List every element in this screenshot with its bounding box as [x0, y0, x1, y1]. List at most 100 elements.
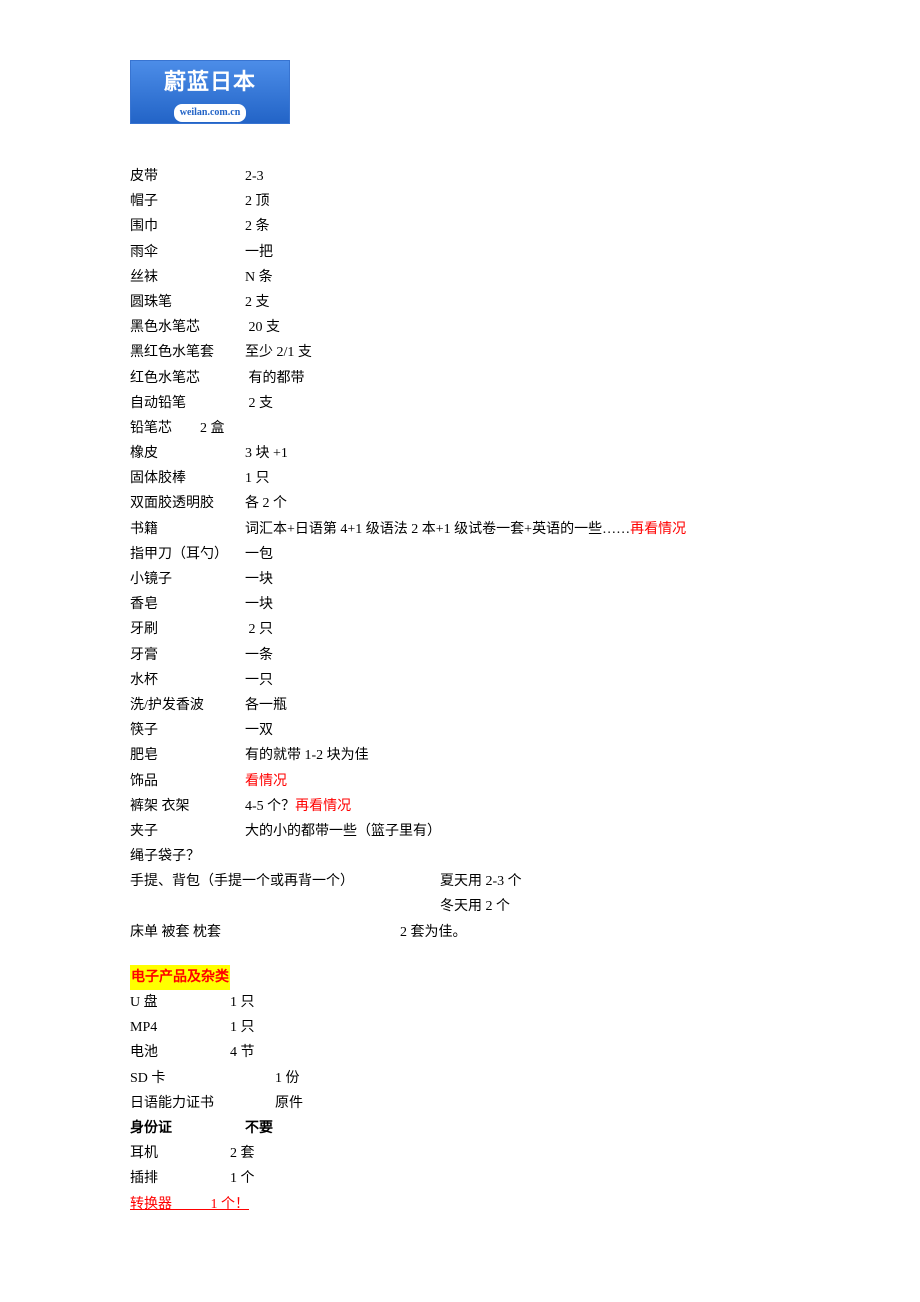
- item-row: 圆珠笔2 支: [130, 290, 790, 315]
- item-value: 1 只: [230, 1015, 255, 1040]
- bags-left: 手提、背包（手提一个或再背一个）: [130, 869, 440, 894]
- item-list-3: 指甲刀（耳勺）一包小镜子一块香皂一块牙刷 2 只牙膏一条水杯一只洗/护发香波各一…: [130, 542, 790, 769]
- item-label: 红色水笔芯: [130, 366, 245, 391]
- bags-line2: 冬天用 2 个: [440, 899, 510, 914]
- item-row: 肥皂有的就带 1-2 块为佳: [130, 743, 790, 768]
- idcard-row: 身份证不要: [130, 1116, 790, 1141]
- item-label: 耳机: [130, 1141, 230, 1166]
- item-row: 皮带2-3: [130, 164, 790, 189]
- logo: 蔚蓝日本 weilan.com.cn: [130, 60, 290, 124]
- item-label: 帽子: [130, 189, 245, 214]
- item-label: 筷子: [130, 718, 245, 743]
- item-label: 绳子袋子？: [130, 849, 200, 864]
- item-label: 饰品: [130, 769, 245, 794]
- item-label: 洗/护发香波: [130, 693, 245, 718]
- section-header: 电子产品及杂类: [130, 965, 790, 990]
- cert-row: 日语能力证书原件: [130, 1091, 790, 1116]
- item-row: 筷子一双: [130, 718, 790, 743]
- item-value: 1 只: [245, 466, 270, 491]
- item-row: 丝袜N 条: [130, 265, 790, 290]
- bed-label: 床单 被套 枕套: [130, 920, 400, 945]
- red-suffix: 再看情况: [630, 522, 686, 537]
- item-row: 雨伞一把: [130, 240, 790, 265]
- item-row: U 盘1 只: [130, 990, 790, 1015]
- item-label: 牙刷: [130, 617, 245, 642]
- item-value: 2-3: [245, 164, 264, 189]
- item-value: 各一瓶: [245, 693, 287, 718]
- clips-row: 夹子大的小的都带一些（篮子里有）: [130, 819, 790, 844]
- item-value: 有的都带: [245, 366, 305, 391]
- bags-row-2: 冬天用 2 个: [130, 894, 790, 919]
- item-row: 双面胶透明胶各 2 个: [130, 491, 790, 516]
- item-value: 2 盒: [200, 416, 225, 441]
- item-value: 1 个: [230, 1166, 255, 1191]
- item-value: 一包: [245, 542, 273, 567]
- item-label: 皮带: [130, 164, 245, 189]
- item-value: 2 支: [245, 290, 270, 315]
- item-value: 2 套: [230, 1141, 255, 1166]
- item-row: 自动铅笔 2 支: [130, 391, 790, 416]
- item-list-2: 橡皮3 块 +1固体胶棒1 只双面胶透明胶各 2 个: [130, 441, 790, 517]
- section-header-text: 电子产品及杂类: [130, 965, 230, 990]
- item-row: 香皂一块: [130, 592, 790, 617]
- item-label: U 盘: [130, 990, 230, 1015]
- item-value: 1 份: [275, 1066, 300, 1091]
- item-value: 一块: [245, 567, 273, 592]
- item-value: 一把: [245, 240, 273, 265]
- item-label: 圆珠笔: [130, 290, 245, 315]
- item-row: 洗/护发香波各一瓶: [130, 693, 790, 718]
- item-label: 身份证: [130, 1116, 245, 1141]
- item-label: 自动铅笔: [130, 391, 245, 416]
- item-value: 3 块 +1: [245, 441, 288, 466]
- item-label: 香皂: [130, 592, 245, 617]
- item-value: 2 支: [245, 391, 273, 416]
- rope-row: 绳子袋子？: [130, 844, 790, 869]
- item-label: 固体胶棒: [130, 466, 245, 491]
- accessories-row: 饰品看情况: [130, 769, 790, 794]
- item-label: 黑红色水笔套: [130, 340, 245, 365]
- item-value: 一双: [245, 718, 273, 743]
- item-list-4: U 盘1 只MP41 只电池4 节: [130, 990, 790, 1066]
- item-label: 肥皂: [130, 743, 245, 768]
- item-row: 围巾2 条: [130, 214, 790, 239]
- item-row: 水杯一只: [130, 668, 790, 693]
- item-label: 日语能力证书: [130, 1091, 275, 1116]
- item-value: 2 顶: [245, 189, 270, 214]
- logo-text-top: 蔚蓝日本: [164, 62, 256, 102]
- item-value: 至少 2/1 支: [245, 340, 312, 365]
- converter-row: 转换器 1 个！: [130, 1192, 790, 1217]
- item-label: 夹子: [130, 819, 245, 844]
- sd-row: SD 卡1 份: [130, 1066, 790, 1091]
- item-value: 2 只: [245, 617, 273, 642]
- item-row: 帽子2 顶: [130, 189, 790, 214]
- item-row: MP41 只: [130, 1015, 790, 1040]
- item-label: 丝袜: [130, 265, 245, 290]
- item-value: 1 只: [230, 990, 255, 1015]
- item-label: SD 卡: [130, 1066, 275, 1091]
- bed-row: 床单 被套 枕套2 套为佳。: [130, 920, 790, 945]
- logo-text-bottom: weilan.com.cn: [174, 104, 247, 122]
- item-value: N 条: [245, 265, 273, 290]
- item-row: 铅笔芯2 盒: [130, 416, 790, 441]
- item-value: 原件: [275, 1091, 303, 1116]
- item-row: 牙刷 2 只: [130, 617, 790, 642]
- item-label: 电池: [130, 1040, 230, 1065]
- item-label: 雨伞: [130, 240, 245, 265]
- item-label: 黑色水笔芯: [130, 315, 245, 340]
- item-value: 各 2 个: [245, 491, 287, 516]
- hanger-row: 裤架 衣架4-5 个？再看情况: [130, 794, 790, 819]
- item-value: 4 节: [230, 1040, 255, 1065]
- item-label: 铅笔芯: [130, 416, 200, 441]
- item-row: 插排1 个: [130, 1166, 790, 1191]
- item-value: 一只: [245, 668, 273, 693]
- item-label: 水杯: [130, 668, 245, 693]
- item-label: MP4: [130, 1015, 230, 1040]
- item-row: 电池4 节: [130, 1040, 790, 1065]
- item-list-5: 耳机2 套插排1 个: [130, 1141, 790, 1191]
- item-value: 有的就带 1-2 块为佳: [245, 743, 369, 768]
- item-row: 黑色水笔芯 20 支: [130, 315, 790, 340]
- item-label: 橡皮: [130, 441, 245, 466]
- red-value: 看情况: [245, 774, 287, 789]
- item-list-1: 皮带2-3帽子2 顶围巾2 条雨伞一把丝袜N 条圆珠笔2 支黑色水笔芯 20 支…: [130, 164, 790, 416]
- item-value: 一块: [245, 592, 273, 617]
